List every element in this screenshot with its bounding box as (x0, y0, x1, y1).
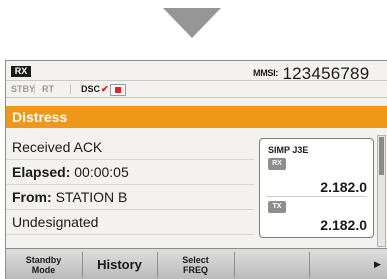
chevron-right-icon[interactable]: ▶ (374, 259, 381, 270)
rt-indicator: RT (42, 84, 54, 94)
status-line: Received ACK (6, 135, 254, 160)
scrollbar[interactable] (377, 135, 386, 247)
rx-freq-icon: RX (268, 158, 286, 170)
rx-frequency: 2.182.0 (320, 179, 367, 195)
dsc-label: DSC (81, 84, 101, 94)
elapsed-label: Elapsed: (12, 164, 71, 180)
designation-line: Undesignated (6, 210, 254, 235)
history-button[interactable]: History (83, 249, 156, 279)
frequency-divider (266, 196, 367, 197)
call-info: Received ACK Elapsed: 00:00:05 From: STA… (6, 135, 254, 235)
elapsed-value: 00:00:05 (74, 164, 129, 180)
mode-label: SIMP J3E (268, 145, 309, 155)
title-bar: Distress (6, 106, 387, 128)
radio-display: RX MMSI: 123456789 STBY RT DSC✔ Distress… (5, 60, 387, 279)
softkey-bar: Standby Mode History Select FREQ ▶ (6, 248, 387, 279)
status-row: STBY RT DSC✔ (6, 80, 387, 98)
dsc-indicator: DSC✔ (81, 81, 109, 97)
record-icon (110, 84, 126, 96)
scrollbar-thumb[interactable] (379, 137, 384, 175)
tx-freq-icon: TX (268, 201, 286, 213)
tx-frequency: 2.182.0 (320, 217, 367, 233)
status-divider (34, 84, 35, 94)
status-divider (70, 84, 71, 94)
screen-title: Distress (12, 109, 68, 125)
softkey-4-button[interactable] (235, 249, 308, 279)
mmsi-label: MMSI (253, 68, 276, 78)
elapsed-line: Elapsed: 00:00:05 (6, 160, 254, 185)
from-label: From: (12, 189, 52, 205)
down-arrow-icon (163, 8, 221, 38)
rx-badge: RX (11, 66, 31, 77)
from-value: STATION B (55, 189, 128, 205)
select-freq-button[interactable]: Select FREQ (158, 249, 233, 279)
standby-mode-button[interactable]: Standby Mode (6, 249, 81, 279)
stby-indicator: STBY (11, 84, 36, 94)
check-icon: ✔ (101, 84, 109, 94)
from-line: From: STATION B (6, 185, 254, 210)
frequency-box: SIMP J3E RX 2.182.0 TX 2.182.0 (259, 138, 374, 238)
